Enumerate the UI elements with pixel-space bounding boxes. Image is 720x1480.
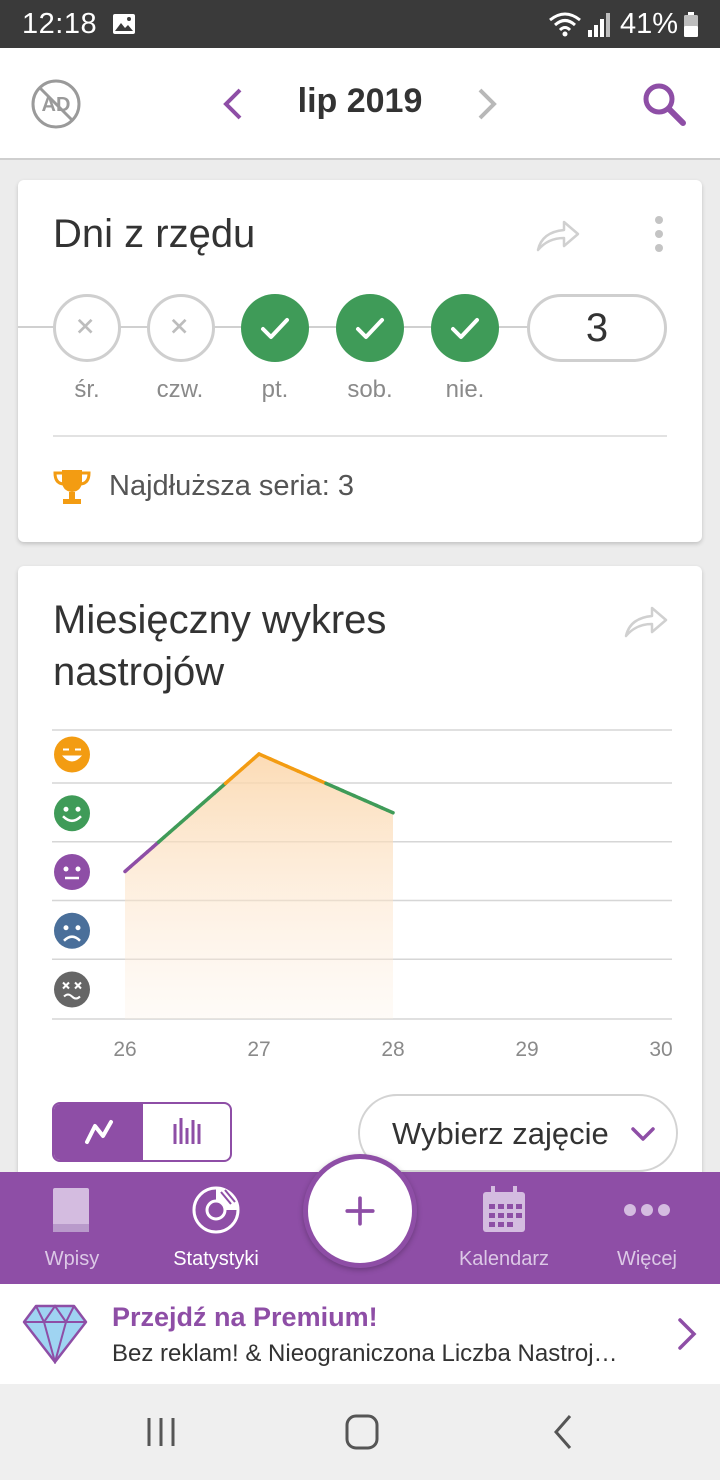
day-label: nie.	[445, 376, 485, 403]
more-options-icon[interactable]	[652, 214, 666, 254]
search-icon[interactable]	[638, 78, 690, 130]
nav-statistics[interactable]: Statystyki	[146, 1172, 286, 1284]
activity-select-label: Wybierz zajęcie	[392, 1116, 609, 1151]
day-label: pt.	[261, 376, 289, 403]
check-icon	[261, 318, 289, 339]
bad-mood-icon	[54, 912, 90, 949]
day-label: sob.	[347, 376, 393, 403]
mood-line-segment	[385, 808, 395, 815]
mood-line-chart: 26 27 28 29 30	[52, 726, 673, 1066]
share-icon[interactable]	[534, 216, 582, 256]
day-circle-wed	[53, 294, 121, 362]
gallery-icon	[113, 14, 135, 34]
wifi-icon	[549, 12, 581, 37]
longest-streak: Najdłuższa seria: 3	[109, 470, 354, 502]
more-icon	[624, 1204, 670, 1216]
chart-type-toggle[interactable]	[52, 1102, 232, 1162]
premium-subtitle: Bez reklam! & Nieograniczona Liczba Nast…	[112, 1340, 618, 1367]
nav-label: Więcej	[616, 1248, 677, 1270]
divider	[53, 435, 667, 437]
day-circle-thu	[147, 294, 215, 362]
day-circle-fri	[241, 294, 309, 362]
status-time: 12:18	[22, 8, 98, 40]
current-streak-count: 3	[527, 294, 667, 362]
premium-banner[interactable]: Przejdź na Premium! Bez reklam! & Nieogr…	[0, 1284, 720, 1384]
trophy-icon	[53, 470, 91, 504]
recent-apps-icon[interactable]	[139, 1412, 183, 1452]
app-header: AD lip 2019	[0, 48, 720, 160]
check-icon	[451, 318, 479, 339]
chevron-down-icon	[631, 1127, 655, 1141]
stats-icon	[192, 1186, 240, 1234]
line-chart-icon	[85, 1120, 113, 1144]
signal-icon	[588, 13, 610, 37]
nav-entries[interactable]: Wpisy	[2, 1172, 142, 1284]
meh-mood-icon	[54, 854, 90, 890]
day-label: śr.	[74, 376, 100, 403]
streak-card: Dni z rzędu 3 śr. czw. pt. sob. nie. Naj…	[18, 180, 702, 542]
mood-chart-title-line2: nastrojów	[53, 650, 225, 694]
plus-icon	[345, 1196, 375, 1226]
chevron-left-icon[interactable]	[218, 84, 248, 124]
x-tick-label: 30	[649, 1038, 672, 1061]
day-circle-sun	[431, 294, 499, 362]
good-mood-icon	[54, 795, 90, 832]
x-tick-label: 28	[381, 1038, 404, 1061]
calendar-icon	[483, 1186, 525, 1232]
battery-icon	[684, 12, 698, 37]
no-ads-icon[interactable]: AD	[30, 78, 82, 130]
day-label: czw.	[156, 376, 204, 403]
diamond-icon	[22, 1304, 88, 1364]
x-tick-label: 27	[247, 1038, 270, 1061]
day-circle-sat	[336, 294, 404, 362]
nav-more[interactable]: Więcej	[577, 1172, 717, 1284]
nav-label: Wpisy	[44, 1248, 100, 1270]
streak-card-title: Dni z rzędu	[53, 212, 256, 256]
line-chart-button[interactable]	[54, 1104, 143, 1160]
cross-icon	[171, 318, 187, 334]
mood-chart-card: Miesięczny wykres nastrojów 26 27 28 29 30	[18, 566, 702, 1206]
chevron-right-icon[interactable]	[472, 84, 502, 124]
premium-title: Przejdź na Premium!	[112, 1302, 378, 1332]
mood-chart-svg: 26 27 28 29 30	[52, 729, 673, 1061]
mood-chart-title-line1: Miesięczny wykres	[53, 598, 387, 642]
status-bar: 12:18 41%	[0, 0, 720, 48]
check-icon	[356, 318, 384, 339]
x-tick-label: 26	[113, 1038, 136, 1061]
nav-label: Kalendarz	[458, 1248, 550, 1270]
battery-percent: 41%	[620, 8, 679, 40]
current-month: lip 2019	[297, 82, 423, 120]
awful-mood-icon	[54, 971, 90, 1008]
nav-calendar[interactable]: Kalendarz	[434, 1172, 574, 1284]
x-tick-label: 29	[515, 1038, 538, 1061]
rad-mood-icon	[54, 736, 90, 773]
nav-label: Statystyki	[173, 1248, 259, 1270]
book-icon	[53, 1188, 89, 1232]
system-nav-bar	[0, 1384, 720, 1480]
bar-chart-icon	[173, 1118, 201, 1144]
add-entry-button[interactable]	[303, 1154, 417, 1268]
back-icon[interactable]	[542, 1412, 586, 1452]
share-icon[interactable]	[622, 602, 670, 642]
chevron-right-icon[interactable]	[672, 1316, 700, 1352]
bar-chart-button[interactable]	[143, 1104, 230, 1160]
cross-icon	[77, 318, 93, 334]
home-icon[interactable]	[340, 1412, 384, 1452]
